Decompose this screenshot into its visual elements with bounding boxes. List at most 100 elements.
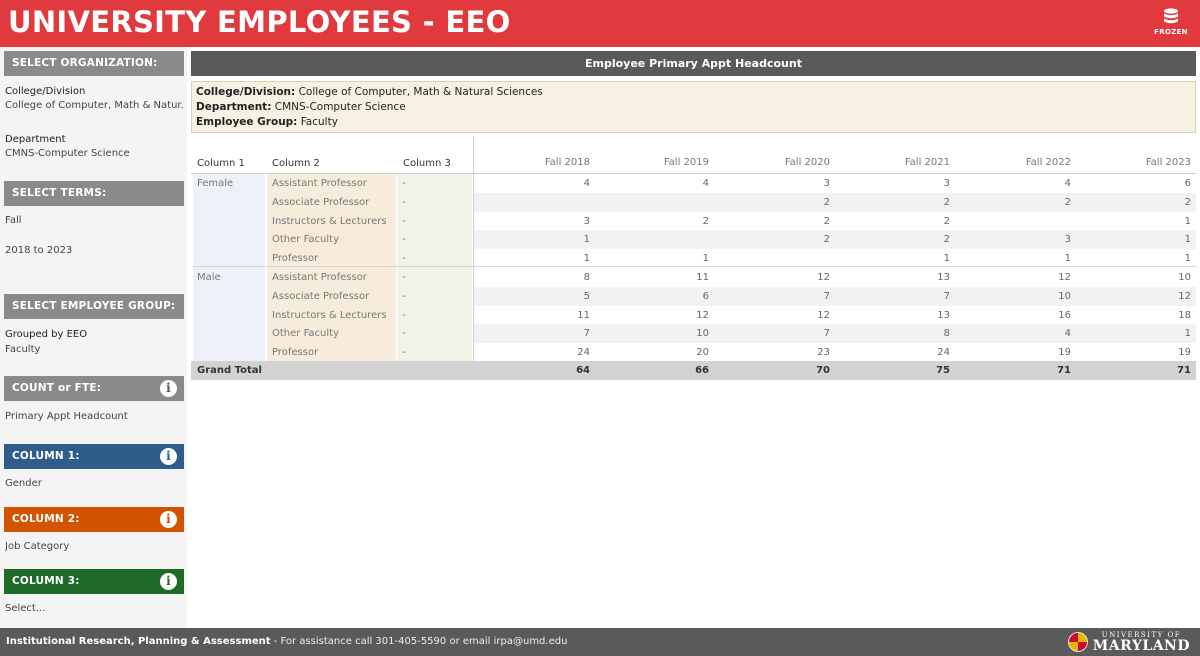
- info-icon[interactable]: i: [160, 511, 177, 528]
- filter-group-value: Faculty: [300, 116, 338, 128]
- headcount-value: 16: [1058, 309, 1071, 321]
- column-3-heading: Column 3: [403, 158, 451, 169]
- headcount-value: 3: [823, 178, 830, 189]
- headcount-value: 12: [817, 309, 830, 321]
- grand-total-value: 71: [1057, 365, 1071, 376]
- job-category-cell: Other Faculty: [272, 328, 339, 340]
- footer-text: Institutional Research, Planning & Asses…: [6, 636, 567, 647]
- headcount-value: 24: [937, 347, 950, 359]
- column-1-dropdown[interactable]: Gender: [5, 478, 183, 489]
- headcount-value: 2: [823, 215, 830, 227]
- filter-group-key: Employee Group:: [196, 116, 298, 128]
- grand-total-value: 71: [1177, 365, 1191, 376]
- job-category-cell: Professor: [272, 347, 319, 359]
- count-fte-dropdown[interactable]: Primary Appt Headcount: [5, 411, 183, 422]
- frozen-badge[interactable]: FROZEN: [1154, 8, 1188, 40]
- column-3-cell: -: [402, 215, 406, 227]
- headcount-value: 7: [823, 328, 830, 340]
- column-3-cell: -: [402, 272, 406, 283]
- employee-group-dropdown[interactable]: Faculty: [5, 344, 183, 355]
- headcount-value: 8: [583, 272, 590, 283]
- headcount-value: 2: [943, 215, 950, 227]
- headcount-value: 12: [817, 272, 830, 283]
- year-heading: Fall 2019: [663, 157, 709, 168]
- headcount-value: 10: [1178, 272, 1191, 283]
- column-3-cell: -: [402, 290, 406, 302]
- headcount-value: 18: [1178, 309, 1191, 321]
- grand-total-label: Grand Total: [197, 365, 262, 376]
- panel-title: Employee Primary Appt Headcount: [191, 51, 1196, 76]
- filter-sidebar: SELECT ORGANIZATION: College/Division Co…: [0, 47, 187, 628]
- column-3-header: COLUMN 3: i: [4, 569, 184, 594]
- headcount-value: [530, 193, 590, 212]
- headcount-value: 11: [577, 309, 590, 321]
- headcount-value: 2: [823, 234, 830, 246]
- group-divider: [193, 266, 1196, 267]
- database-icon: [1164, 8, 1178, 24]
- app-header: UNIVERSITY EMPLOYEES - EEO FROZEN: [0, 0, 1200, 47]
- headcount-value: 13: [937, 272, 950, 283]
- headcount-value: 2: [1064, 196, 1071, 208]
- select-employee-group-header: SELECT EMPLOYEE GROUP:: [4, 294, 184, 319]
- column-3-dropdown[interactable]: Select...: [5, 603, 183, 614]
- job-category-cell: Instructors & Lecturers: [272, 215, 387, 227]
- footer: Institutional Research, Planning & Asses…: [0, 628, 1200, 656]
- headcount-value: [649, 230, 709, 249]
- gender-cell: Male: [197, 272, 221, 283]
- logo-bottom-text: MARYLAND: [1092, 637, 1190, 654]
- column-1-heading: Column 1: [197, 158, 245, 169]
- headcount-value: 23: [817, 347, 830, 359]
- headcount-value: 4: [702, 178, 709, 189]
- column-2-header: COLUMN 2: i: [4, 507, 184, 532]
- column-1-header: COLUMN 1: i: [4, 444, 184, 469]
- headcount-value: 7: [583, 328, 590, 340]
- footer-assist[interactable]: - For assistance call 301-405-5590 or em…: [271, 636, 568, 647]
- employee-group-mode[interactable]: Grouped by EEO: [5, 329, 183, 340]
- info-icon[interactable]: i: [160, 573, 177, 590]
- frozen-label: FROZEN: [1154, 28, 1188, 36]
- filter-summary: College/Division: College of Computer, M…: [191, 81, 1196, 133]
- filter-college-key: College/Division:: [196, 86, 296, 98]
- headcount-value: 11: [696, 272, 709, 283]
- term-range-selector[interactable]: 2018 to 2023: [5, 245, 183, 256]
- grand-total-value: 70: [816, 365, 830, 376]
- count-or-fte-label: COUNT or FTE:: [12, 382, 102, 394]
- headcount-value: [649, 193, 709, 212]
- headcount-value: 4: [1064, 178, 1071, 189]
- job-category-cell: Assistant Professor: [272, 178, 367, 189]
- headcount-value: 1: [1184, 215, 1191, 227]
- headcount-value: 6: [1184, 178, 1191, 189]
- column-3-cell: -: [402, 347, 406, 359]
- info-icon[interactable]: i: [160, 448, 177, 465]
- page-title: UNIVERSITY EMPLOYEES - EEO: [8, 5, 511, 39]
- info-icon[interactable]: i: [160, 380, 177, 397]
- year-heading: Fall 2021: [904, 157, 950, 168]
- filter-college-line: College/Division: College of Computer, M…: [196, 85, 1191, 100]
- column-2-dropdown[interactable]: Job Category: [5, 541, 183, 552]
- term-dropdown[interactable]: Fall: [5, 215, 183, 226]
- headcount-value: 12: [1178, 290, 1191, 302]
- column-3-band: [397, 268, 472, 362]
- headcount-value: 2: [1184, 196, 1191, 208]
- gender-cell: Female: [197, 178, 234, 189]
- column-3-cell: -: [402, 196, 406, 208]
- job-category-cell: Instructors & Lecturers: [272, 309, 387, 321]
- headcount-value: 2: [943, 196, 950, 208]
- grand-total-value: 66: [695, 365, 709, 376]
- year-heading: Fall 2018: [544, 157, 590, 168]
- filter-college-value: College of Computer, Math & Natural Scie…: [298, 86, 543, 98]
- year-heading: Fall 2023: [1145, 157, 1191, 168]
- job-category-cell: Assistant Professor: [272, 272, 367, 283]
- filter-department-value: CMNS-Computer Science: [274, 101, 406, 113]
- column-1-label: COLUMN 1:: [12, 450, 80, 462]
- headcount-value: 3: [1064, 234, 1071, 246]
- department-dropdown[interactable]: CMNS-Computer Science: [5, 148, 183, 159]
- grand-total-value: 64: [576, 365, 590, 376]
- college-division-dropdown[interactable]: College of Computer, Math & Natur..: [5, 100, 183, 111]
- headcount-value: 1: [1184, 234, 1191, 246]
- headcount-value: 4: [583, 178, 590, 189]
- column-2-label: COLUMN 2:: [12, 513, 80, 525]
- headcount-value: 12: [696, 309, 709, 321]
- department-label: Department: [5, 134, 66, 145]
- grand-total-value: 75: [936, 365, 950, 376]
